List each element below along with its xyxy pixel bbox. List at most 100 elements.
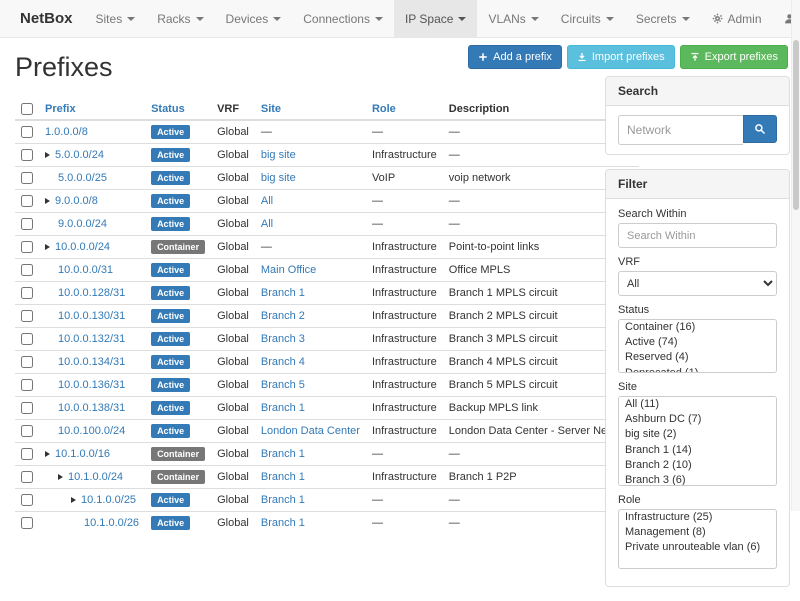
prefix-link[interactable]: 5.0.0.0/24	[55, 149, 104, 161]
row-checkbox[interactable]	[21, 356, 33, 368]
role-cell-text: Infrastructure	[372, 356, 437, 368]
row-checkbox[interactable]	[21, 517, 33, 529]
prefix-link[interactable]: 10.0.0.0/31	[58, 264, 113, 276]
site-link[interactable]: Branch 1	[261, 517, 305, 529]
row-checkbox[interactable]	[21, 471, 33, 483]
prefix-link[interactable]: 10.0.0.136/31	[58, 379, 125, 391]
filter-panel: Filter Search Within VRF All Status Cont…	[605, 169, 790, 587]
sort-header-site[interactable]: Site	[261, 103, 281, 115]
row-checkbox[interactable]	[21, 126, 33, 138]
chevron-down-icon	[273, 17, 281, 21]
select-option[interactable]: Branch 1 (14)	[619, 443, 776, 458]
row-checkbox[interactable]	[21, 494, 33, 506]
role-cell-text: —	[372, 218, 383, 230]
prefix-link[interactable]: 10.1.0.0/16	[55, 448, 110, 460]
status-badge: Active	[151, 516, 190, 530]
row-checkbox[interactable]	[21, 149, 33, 161]
search-input[interactable]	[618, 115, 743, 145]
select-option[interactable]: big site (2)	[619, 427, 776, 442]
sort-header-role[interactable]: Role	[372, 103, 396, 115]
vrf-select[interactable]: All	[618, 271, 777, 296]
site-link[interactable]: All	[261, 195, 273, 207]
prefix-link[interactable]: 10.0.0.0/24	[55, 241, 110, 253]
row-checkbox[interactable]	[21, 333, 33, 345]
search-within-input[interactable]	[618, 223, 777, 248]
prefix-link[interactable]: 10.0.0.134/31	[58, 356, 125, 368]
select-option[interactable]: Branch 3 (6)	[619, 473, 776, 486]
site-link[interactable]: Branch 2	[261, 310, 305, 322]
row-checkbox[interactable]	[21, 241, 33, 253]
site-link[interactable]: Branch 5	[261, 379, 305, 391]
select-option[interactable]: Active (74)	[619, 335, 776, 350]
nav-item-devices[interactable]: Devices	[215, 0, 293, 37]
nav-item-vlans[interactable]: VLANs	[477, 0, 549, 37]
select-option[interactable]: Container (16)	[619, 320, 776, 335]
search-button[interactable]	[743, 115, 777, 143]
import-prefixes-button[interactable]: Import prefixes	[567, 45, 675, 69]
prefix-link[interactable]: 9.0.0.0/24	[58, 218, 107, 230]
row-checkbox[interactable]	[21, 425, 33, 437]
prefix-link[interactable]: 10.0.0.138/31	[58, 402, 125, 414]
select-option[interactable]: Management (8)	[619, 525, 776, 540]
select-option[interactable]: Deprecated (1)	[619, 366, 776, 373]
export-icon	[690, 52, 700, 62]
prefix-link[interactable]: 10.1.0.0/26	[84, 517, 139, 529]
prefix-link[interactable]: 10.1.0.0/25	[81, 494, 136, 506]
status-filter-listbox[interactable]: Container (16)Active (74)Reserved (4)Dep…	[618, 319, 777, 373]
row-checkbox[interactable]	[21, 379, 33, 391]
site-link[interactable]: Branch 3	[261, 333, 305, 345]
select-option[interactable]: Private unrouteable vlan (6)	[619, 540, 776, 555]
site-link[interactable]: Branch 1	[261, 287, 305, 299]
scrollbar-thumb[interactable]	[793, 40, 799, 210]
prefix-link[interactable]: 10.1.0.0/24	[68, 471, 123, 483]
prefix-link[interactable]: 9.0.0.0/8	[55, 195, 98, 207]
sort-header-prefix[interactable]: Prefix	[45, 103, 76, 115]
prefix-link[interactable]: 5.0.0.0/25	[58, 172, 107, 184]
site-link[interactable]: big site	[261, 149, 296, 161]
select-option[interactable]: Ashburn DC (7)	[619, 412, 776, 427]
row-checkbox[interactable]	[21, 448, 33, 460]
select-option[interactable]: Reserved (4)	[619, 350, 776, 365]
site-link[interactable]: London Data Center	[261, 425, 360, 437]
select-option[interactable]: Branch 2 (10)	[619, 458, 776, 473]
nav-item-connections[interactable]: Connections	[292, 0, 394, 37]
row-checkbox[interactable]	[21, 287, 33, 299]
select-option[interactable]: All (11)	[619, 397, 776, 412]
role-cell-text: Infrastructure	[372, 333, 437, 345]
row-checkbox[interactable]	[21, 310, 33, 322]
role-filter-listbox[interactable]: Infrastructure (25)Management (8)Private…	[618, 509, 777, 569]
site-link[interactable]: Branch 1	[261, 402, 305, 414]
row-checkbox[interactable]	[21, 172, 33, 184]
nav-item-circuits[interactable]: Circuits	[550, 0, 625, 37]
nav-item-secrets[interactable]: Secrets	[625, 0, 701, 37]
prefix-link[interactable]: 1.0.0.0/8	[45, 126, 88, 138]
site-link[interactable]: Branch 1	[261, 494, 305, 506]
site-link[interactable]: All	[261, 218, 273, 230]
nav-item-ip-space[interactable]: IP Space	[394, 0, 477, 37]
brand[interactable]: NetBox	[8, 0, 85, 37]
select-option[interactable]: Infrastructure (25)	[619, 510, 776, 525]
nav-item-racks[interactable]: Racks	[146, 0, 214, 37]
row-checkbox[interactable]	[21, 195, 33, 207]
site-link[interactable]: Branch 1	[261, 448, 305, 460]
site-link[interactable]: big site	[261, 172, 296, 184]
site-filter-listbox[interactable]: All (11)Ashburn DC (7)big site (2)Branch…	[618, 396, 777, 486]
select-all-checkbox[interactable]	[21, 103, 33, 115]
row-checkbox[interactable]	[21, 264, 33, 276]
site-link[interactable]: Branch 4	[261, 356, 305, 368]
prefix-link[interactable]: 10.0.0.132/31	[58, 333, 125, 345]
prefix-link[interactable]: 10.0.100.0/24	[58, 425, 125, 437]
nav-item-admin[interactable]: Admin	[701, 0, 773, 37]
site-link[interactable]: Branch 1	[261, 471, 305, 483]
nav-item-sites[interactable]: Sites	[85, 0, 147, 37]
export-prefixes-button[interactable]: Export prefixes	[680, 45, 788, 69]
prefix-link[interactable]: 10.0.0.128/31	[58, 287, 125, 299]
row-checkbox[interactable]	[21, 218, 33, 230]
row-checkbox[interactable]	[21, 402, 33, 414]
add-prefix-button[interactable]: Add a prefix	[468, 45, 562, 69]
sort-header-status[interactable]: Status	[151, 103, 185, 115]
vertical-scrollbar[interactable]	[791, 0, 800, 511]
role-cell-text: Infrastructure	[372, 402, 437, 414]
site-link[interactable]: Main Office	[261, 264, 316, 276]
prefix-link[interactable]: 10.0.0.130/31	[58, 310, 125, 322]
